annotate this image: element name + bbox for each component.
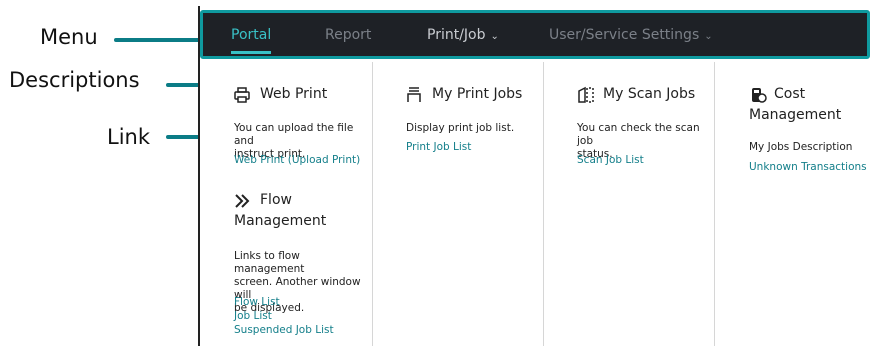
unknown-transactions-link[interactable]: Unknown Transactions: [749, 161, 867, 174]
print-jobs-icon: [407, 87, 421, 102]
portal-column-my-scan-jobs: My Scan Jobs You can check the scan job …: [543, 62, 715, 346]
flow-list-link[interactable]: Flow List: [234, 296, 280, 309]
my-scan-jobs-title: My Scan Jobs: [603, 86, 696, 102]
menu-item-user-service-settings[interactable]: User/Service Settings ⌄: [549, 27, 713, 43]
callout-descriptions: Descriptions: [9, 68, 140, 92]
web-print-upload-link[interactable]: Web Print (Upload Print): [234, 154, 360, 167]
portal-column-my-print-jobs: My Print Jobs Display print job list. Pr…: [372, 62, 544, 346]
cost-management-description: My Jobs Description: [749, 141, 853, 153]
double-chevron-icon: [235, 194, 250, 208]
portal-column-web-print: Web Print You can upload the file and in…: [200, 62, 373, 346]
menu-item-label: Report: [325, 27, 372, 43]
flow-management-title-line2: Management: [234, 213, 327, 229]
menu-item-label: User/Service Settings: [549, 27, 700, 43]
portal-column-cost-management: Cost Management My Jobs Description Unkn…: [714, 62, 876, 346]
menu-item-report[interactable]: Report: [325, 27, 371, 43]
menu-item-portal[interactable]: Portal: [231, 27, 272, 54]
cost-management-title-line2: Management: [749, 107, 842, 123]
cost-icon: [752, 88, 767, 103]
menu-item-label: Print/Job: [427, 27, 486, 43]
my-print-jobs-title: My Print Jobs: [432, 86, 523, 102]
job-list-link[interactable]: Job List: [234, 310, 272, 323]
suspended-job-list-link[interactable]: Suspended Job List: [234, 324, 334, 337]
web-print-title: Web Print: [260, 86, 328, 102]
printer-icon: [234, 87, 250, 103]
my-print-jobs-description: Display print job list.: [406, 122, 515, 134]
scan-jobs-icon: [578, 86, 594, 103]
flow-management-title: Flow: [260, 192, 292, 208]
chevron-down-icon: ⌄: [490, 31, 499, 42]
print-job-list-link[interactable]: Print Job List: [406, 141, 471, 154]
chevron-down-icon: ⌄: [704, 31, 713, 42]
menu-bar: Portal Report Print/Job ⌄ User/Service Se…: [200, 10, 870, 59]
callout-menu-line: [114, 38, 200, 42]
scan-job-list-link[interactable]: Scan Job List: [577, 154, 644, 167]
menu-item-label: Portal: [231, 27, 272, 43]
cost-management-title: Cost: [774, 86, 806, 102]
callout-menu: Menu: [40, 25, 98, 49]
menu-item-print-job[interactable]: Print/Job ⌄: [427, 27, 499, 43]
callout-link: Link: [107, 125, 151, 149]
